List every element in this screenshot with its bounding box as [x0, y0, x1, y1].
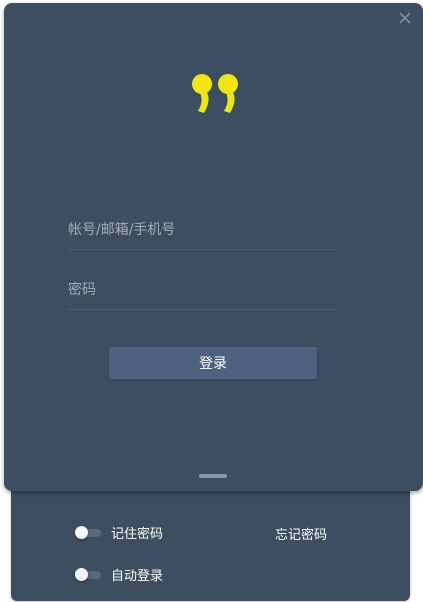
toggle-switch[interactable]: [75, 525, 101, 539]
login-card: 登录: [4, 3, 423, 491]
password-input[interactable]: [68, 271, 336, 309]
account-field[interactable]: [68, 211, 336, 250]
auto-login-label: 自动登录: [111, 569, 164, 584]
login-button[interactable]: 登录: [109, 347, 317, 379]
forgot-password-link[interactable]: 忘记密码: [275, 524, 327, 543]
toggle-switch[interactable]: [75, 567, 101, 581]
auto-login-toggle[interactable]: 自动登录: [75, 565, 163, 584]
password-field[interactable]: [68, 271, 336, 310]
account-input[interactable]: [68, 211, 336, 249]
quote-logo-icon: [190, 69, 246, 125]
drawer-handle[interactable]: [199, 474, 227, 478]
remember-password-label: 记住密码: [111, 527, 164, 542]
remember-password-toggle[interactable]: 记住密码: [75, 523, 163, 542]
login-window: 记住密码 忘记密码 自动登录 帐号/邮箱/手机号 登录: [0, 0, 423, 602]
close-icon[interactable]: [397, 10, 413, 26]
